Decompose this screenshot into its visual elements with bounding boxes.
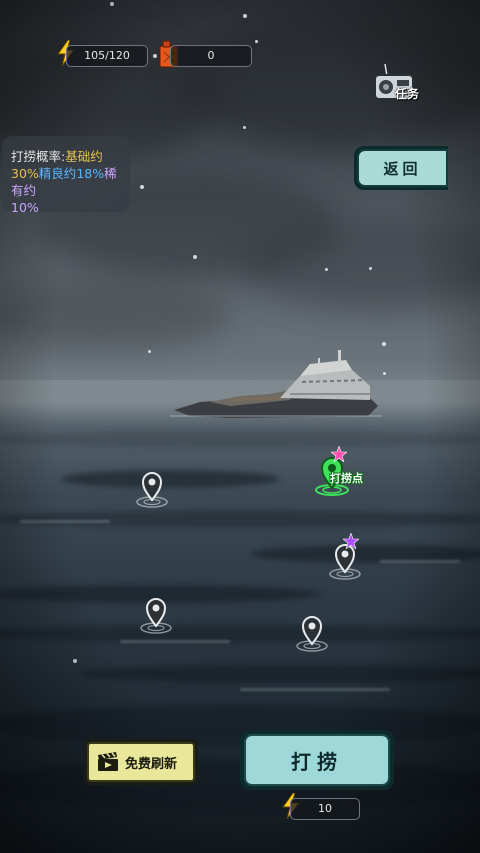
- fine-pct: 18%: [76, 166, 105, 181]
- snowflake: [140, 185, 144, 189]
- snowflake: [153, 54, 157, 58]
- foam: [240, 688, 390, 691]
- map-pin[interactable]: [294, 612, 330, 658]
- free-refresh-label: 免费刷新: [125, 756, 178, 772]
- fuel-counter: 0: [170, 45, 252, 67]
- star-icon: [331, 446, 347, 462]
- energy-counter: 105/120: [66, 45, 148, 67]
- energy-cost: 10: [290, 798, 360, 820]
- salvage-probability-panel: 打捞概率:基础约 30%精良约18%稀有约 10%: [2, 136, 130, 215]
- salvage-button-label: 打捞: [291, 749, 343, 774]
- back-label: 返回: [383, 159, 422, 178]
- snowflake: [193, 255, 197, 259]
- salvage-point-label: 打捞点: [330, 472, 363, 485]
- snowflake: [243, 14, 247, 18]
- fuel-value: 0: [207, 49, 215, 62]
- basic-pct: 30%: [11, 166, 39, 181]
- fine-label: 精良约: [38, 166, 77, 181]
- task-label: 任务: [395, 87, 420, 101]
- wave: [60, 470, 280, 488]
- snowflake: [148, 350, 151, 353]
- foam: [380, 560, 460, 563]
- free-refresh-button[interactable]: 免费刷新: [84, 739, 198, 785]
- wave: [0, 625, 480, 643]
- map-pin[interactable]: [134, 468, 170, 514]
- back-button[interactable]: 返回: [354, 146, 448, 190]
- basic-label: 基础约: [65, 149, 103, 164]
- rare-pct: 10%: [11, 200, 39, 215]
- foam: [120, 640, 230, 643]
- wave: [0, 510, 480, 528]
- free-refresh-face: 免费刷新: [87, 742, 195, 782]
- snowflake: [369, 267, 372, 270]
- snowflake: [255, 40, 258, 43]
- game-scene: 105/120 0 任务 打捞概率:基础约 30%精良约18%稀有约 10% 返…: [0, 0, 480, 853]
- clapperboard-icon: [98, 752, 118, 771]
- shipwreck: [170, 350, 382, 418]
- snowflake: [243, 126, 246, 129]
- map-pin[interactable]: [138, 594, 174, 640]
- snowflake: [382, 342, 386, 346]
- snowflake: [73, 659, 77, 663]
- cloud: [0, 280, 230, 350]
- snowflake: [325, 268, 328, 271]
- probability-prefix: 打捞概率:: [11, 149, 66, 164]
- wave: [0, 430, 480, 448]
- star-icon: [343, 533, 359, 549]
- salvage-button[interactable]: 打捞: [240, 730, 394, 790]
- wave: [80, 665, 480, 683]
- salvage-button-face: 打捞: [244, 734, 390, 786]
- energy-cost-value: 10: [318, 802, 332, 815]
- cloud: [180, 10, 480, 150]
- snowflake: [383, 372, 386, 375]
- back-button-face: 返回: [357, 149, 448, 187]
- foam: [20, 520, 110, 523]
- snowflake: [110, 2, 114, 6]
- energy-value: 105/120: [84, 49, 130, 62]
